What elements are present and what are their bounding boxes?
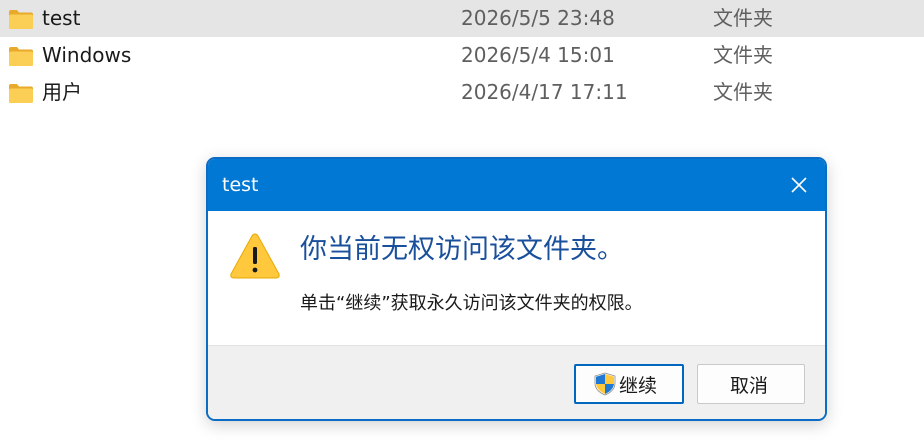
cancel-label: 取消 <box>730 374 769 397</box>
dialog-heading: 你当前无权访问该文件夹。 <box>300 234 624 265</box>
file-list: test 2026/5/5 23:48 文件夹 Windows 2026/5/4… <box>0 0 924 111</box>
file-row[interactable]: test 2026/5/5 23:48 文件夹 <box>0 0 924 37</box>
file-type: 文件夹 <box>713 80 773 104</box>
file-date: 2026/4/17 17:11 <box>461 80 628 104</box>
continue-label: 继续 <box>619 374 658 397</box>
file-type: 文件夹 <box>713 43 773 67</box>
close-button[interactable] <box>781 167 817 203</box>
folder-icon <box>9 84 33 103</box>
dialog-message: 单击“继续”获取永久访问该文件夹的权限。 <box>300 293 643 314</box>
dialog-titlebar: test <box>208 159 825 211</box>
file-name: Windows <box>42 43 132 67</box>
dialog-title: test <box>222 174 259 196</box>
file-row[interactable]: 用户 2026/4/17 17:11 文件夹 <box>0 74 924 111</box>
cancel-button[interactable]: 取消 <box>697 364 805 404</box>
file-name: 用户 <box>42 80 82 104</box>
access-denied-dialog: test 你当前无权访问该文件夹。 单击“继续”获取永久访问该文件夹的权限。 继 <box>206 157 827 421</box>
continue-button[interactable]: 继续 <box>574 364 684 404</box>
close-icon <box>791 177 807 193</box>
dialog-footer: 继续 取消 <box>208 345 825 419</box>
file-name: test <box>42 6 81 30</box>
folder-icon <box>9 47 33 66</box>
folder-icon <box>9 10 33 29</box>
shield-icon <box>594 372 616 396</box>
file-date: 2026/5/5 23:48 <box>461 6 615 30</box>
warning-icon <box>230 233 280 279</box>
file-type: 文件夹 <box>713 6 773 30</box>
file-date: 2026/5/4 15:01 <box>461 43 615 67</box>
file-row[interactable]: Windows 2026/5/4 15:01 文件夹 <box>0 37 924 74</box>
